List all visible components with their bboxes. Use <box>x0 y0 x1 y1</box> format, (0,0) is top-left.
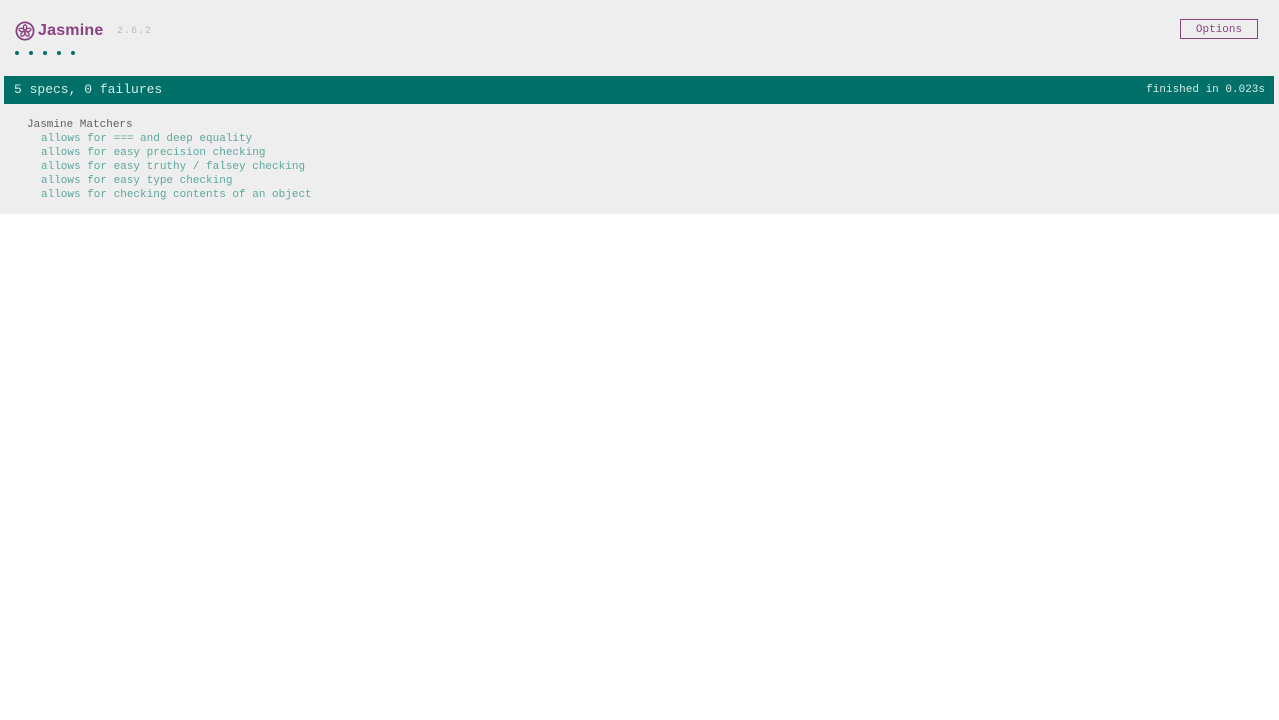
spec-item[interactable]: allows for === and deep equality <box>41 132 312 146</box>
passed-spec-dot <box>57 51 61 55</box>
spec-list: allows for === and deep equality allows … <box>27 132 312 202</box>
passed-spec-dot <box>29 51 33 55</box>
options-button[interactable]: Options <box>1180 19 1258 39</box>
passed-spec-dot <box>43 51 47 55</box>
spec-item[interactable]: allows for easy truthy / falsey checking <box>41 160 312 174</box>
status-bar: 5 specs, 0 failures finished in 0.023s <box>4 76 1274 104</box>
status-summary: 5 specs, 0 failures <box>14 82 163 97</box>
spec-item[interactable]: allows for easy type checking <box>41 174 312 188</box>
logo-text: Jasmine <box>38 22 104 39</box>
jasmine-flower-icon <box>15 21 35 41</box>
suite-title[interactable]: Jasmine Matchers <box>27 118 312 132</box>
spec-symbols <box>15 49 85 57</box>
version-label: 2.6.2 <box>117 26 153 37</box>
jasmine-reporter: Jasmine 2.6.2 Options 5 specs, 0 failure… <box>0 0 1279 214</box>
passed-spec-dot <box>71 51 75 55</box>
spec-item[interactable]: allows for checking contents of an objec… <box>41 188 312 202</box>
passed-spec-dot <box>15 51 19 55</box>
spec-item[interactable]: allows for easy precision checking <box>41 146 312 160</box>
results-summary: Jasmine Matchers allows for === and deep… <box>27 118 312 202</box>
duration-label: finished in 0.023s <box>1146 84 1265 96</box>
banner: Jasmine 2.6.2 Options <box>0 0 1279 44</box>
jasmine-logo[interactable]: Jasmine <box>15 20 103 42</box>
